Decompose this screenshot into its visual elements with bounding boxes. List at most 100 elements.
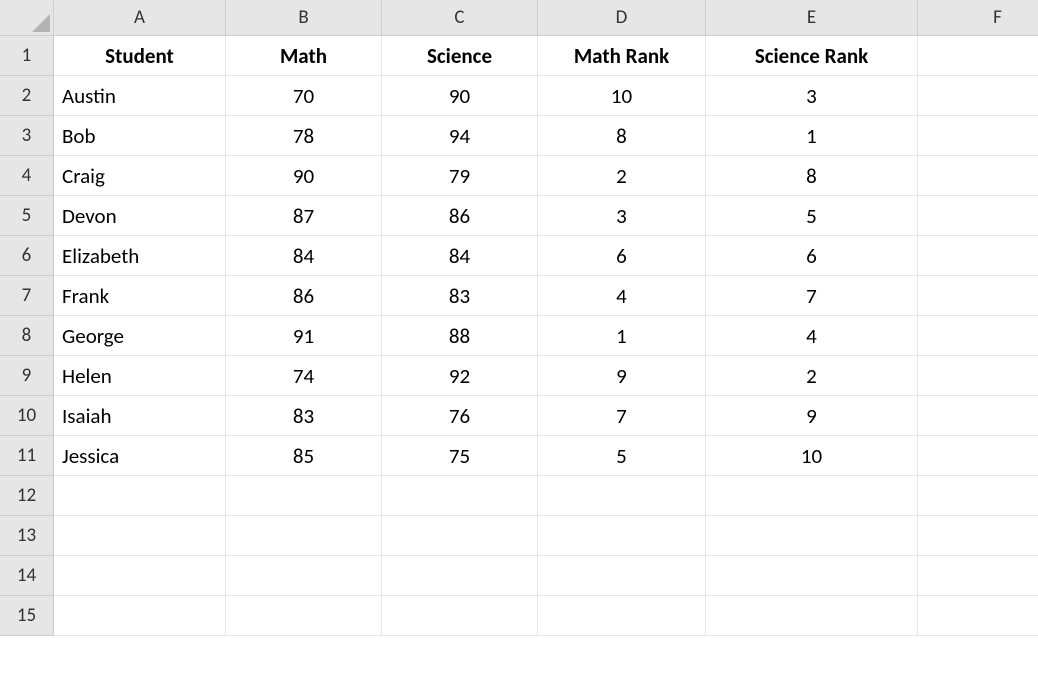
cell-D5[interactable]: 3 (538, 196, 706, 236)
cell-F1[interactable] (918, 36, 1038, 76)
cell-E9[interactable]: 2 (706, 356, 918, 396)
row-header-5[interactable]: 5 (0, 196, 54, 236)
row-header-6[interactable]: 6 (0, 236, 54, 276)
cell-E13[interactable] (706, 516, 918, 556)
cell-D13[interactable] (538, 516, 706, 556)
cell-D11[interactable]: 5 (538, 436, 706, 476)
row-header-15[interactable]: 15 (0, 596, 54, 636)
cell-C5[interactable]: 86 (382, 196, 538, 236)
row-header-14[interactable]: 14 (0, 556, 54, 596)
cell-B3[interactable]: 78 (226, 116, 382, 156)
cell-C1[interactable]: Science (382, 36, 538, 76)
cell-D1[interactable]: Math Rank (538, 36, 706, 76)
cell-F14[interactable] (918, 556, 1038, 596)
cell-A11[interactable]: Jessica (54, 436, 226, 476)
cell-A14[interactable] (54, 556, 226, 596)
cell-D7[interactable]: 4 (538, 276, 706, 316)
cell-B10[interactable]: 83 (226, 396, 382, 436)
cell-B6[interactable]: 84 (226, 236, 382, 276)
cell-E12[interactable] (706, 476, 918, 516)
cell-E14[interactable] (706, 556, 918, 596)
cell-D15[interactable] (538, 596, 706, 636)
cell-C9[interactable]: 92 (382, 356, 538, 396)
row-header-1[interactable]: 1 (0, 36, 54, 76)
cell-B12[interactable] (226, 476, 382, 516)
cell-F11[interactable] (918, 436, 1038, 476)
cell-A3[interactable]: Bob (54, 116, 226, 156)
cell-D14[interactable] (538, 556, 706, 596)
cell-B11[interactable]: 85 (226, 436, 382, 476)
spreadsheet[interactable]: ABCDEF 123456789101112131415 StudentMath… (0, 0, 1038, 700)
cell-B8[interactable]: 91 (226, 316, 382, 356)
cell-A13[interactable] (54, 516, 226, 556)
cell-B1[interactable]: Math (226, 36, 382, 76)
cell-F12[interactable] (918, 476, 1038, 516)
cell-F6[interactable] (918, 236, 1038, 276)
row-header-11[interactable]: 11 (0, 436, 54, 476)
cell-E10[interactable]: 9 (706, 396, 918, 436)
cell-D12[interactable] (538, 476, 706, 516)
cell-B9[interactable]: 74 (226, 356, 382, 396)
cell-D4[interactable]: 2 (538, 156, 706, 196)
cell-E15[interactable] (706, 596, 918, 636)
row-header-12[interactable]: 12 (0, 476, 54, 516)
row-header-3[interactable]: 3 (0, 116, 54, 156)
column-header-C[interactable]: C (382, 0, 538, 36)
cell-E3[interactable]: 1 (706, 116, 918, 156)
cell-F5[interactable] (918, 196, 1038, 236)
column-header-B[interactable]: B (226, 0, 382, 36)
cell-E7[interactable]: 7 (706, 276, 918, 316)
cell-B2[interactable]: 70 (226, 76, 382, 116)
column-header-F[interactable]: F (918, 0, 1038, 36)
cell-C12[interactable] (382, 476, 538, 516)
cell-C10[interactable]: 76 (382, 396, 538, 436)
cell-E4[interactable]: 8 (706, 156, 918, 196)
cell-C3[interactable]: 94 (382, 116, 538, 156)
cell-E1[interactable]: Science Rank (706, 36, 918, 76)
cell-F4[interactable] (918, 156, 1038, 196)
cell-C6[interactable]: 84 (382, 236, 538, 276)
row-header-7[interactable]: 7 (0, 276, 54, 316)
cell-D3[interactable]: 8 (538, 116, 706, 156)
cell-A9[interactable]: Helen (54, 356, 226, 396)
cell-A15[interactable] (54, 596, 226, 636)
cell-B4[interactable]: 90 (226, 156, 382, 196)
cell-B5[interactable]: 87 (226, 196, 382, 236)
cell-C2[interactable]: 90 (382, 76, 538, 116)
cell-B15[interactable] (226, 596, 382, 636)
cell-F15[interactable] (918, 596, 1038, 636)
cell-A1[interactable]: Student (54, 36, 226, 76)
row-header-8[interactable]: 8 (0, 316, 54, 356)
cell-C14[interactable] (382, 556, 538, 596)
cell-E5[interactable]: 5 (706, 196, 918, 236)
cell-A8[interactable]: George (54, 316, 226, 356)
cell-A2[interactable]: Austin (54, 76, 226, 116)
cell-C13[interactable] (382, 516, 538, 556)
cell-E8[interactable]: 4 (706, 316, 918, 356)
cell-E2[interactable]: 3 (706, 76, 918, 116)
cell-F13[interactable] (918, 516, 1038, 556)
cell-A5[interactable]: Devon (54, 196, 226, 236)
column-header-D[interactable]: D (538, 0, 706, 36)
cell-F7[interactable] (918, 276, 1038, 316)
cell-F10[interactable] (918, 396, 1038, 436)
cell-D2[interactable]: 10 (538, 76, 706, 116)
row-header-9[interactable]: 9 (0, 356, 54, 396)
cell-F8[interactable] (918, 316, 1038, 356)
cell-C4[interactable]: 79 (382, 156, 538, 196)
cell-D6[interactable]: 6 (538, 236, 706, 276)
cell-D10[interactable]: 7 (538, 396, 706, 436)
column-header-A[interactable]: A (54, 0, 226, 36)
cell-D9[interactable]: 9 (538, 356, 706, 396)
cell-A6[interactable]: Elizabeth (54, 236, 226, 276)
cell-A10[interactable]: Isaiah (54, 396, 226, 436)
cell-F9[interactable] (918, 356, 1038, 396)
cell-F2[interactable] (918, 76, 1038, 116)
cell-E6[interactable]: 6 (706, 236, 918, 276)
column-header-E[interactable]: E (706, 0, 918, 36)
cell-B14[interactable] (226, 556, 382, 596)
cell-C8[interactable]: 88 (382, 316, 538, 356)
cell-A12[interactable] (54, 476, 226, 516)
row-header-2[interactable]: 2 (0, 76, 54, 116)
cell-D8[interactable]: 1 (538, 316, 706, 356)
